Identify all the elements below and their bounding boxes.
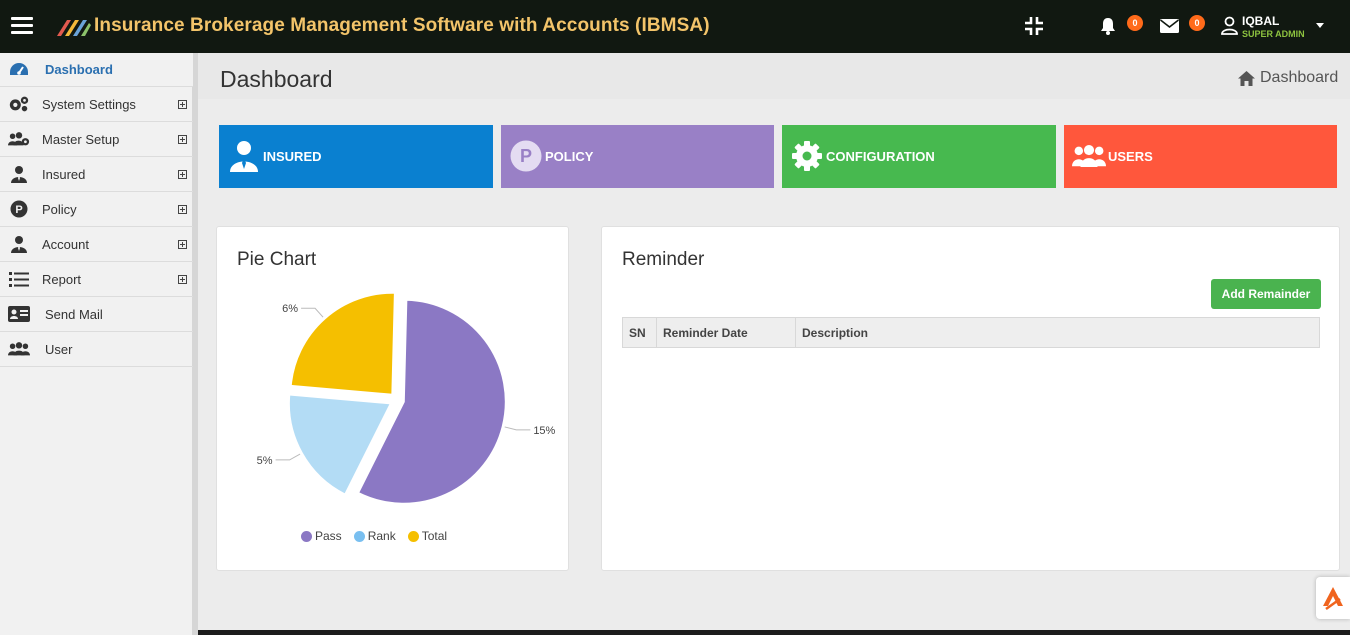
pie-data-label: 5% [257,455,273,467]
legend-label: Pass [315,529,342,543]
pie-chart-card: Pie Chart 15% 5% 6% Pass Rank Total [216,226,569,571]
reminder-title: Reminder [622,249,705,270]
sidebar-item-label: Master Setup [42,131,120,147]
user-tie-icon [227,139,261,173]
tile-configuration[interactable]: CONFIGURATION [782,125,1056,188]
breadcrumb-label: Dashboard [1260,69,1339,86]
p-circle-icon: P [509,139,543,173]
tile-label: CONFIGURATION [826,149,935,164]
svg-text:P: P [520,146,532,166]
pie-chart-title: Pie Chart [237,249,317,270]
column-header-sn[interactable]: SN [622,317,657,348]
id-card-icon [8,305,30,323]
legend-dot [353,530,365,542]
legend-item-total[interactable]: Total [407,529,448,543]
compress-icon[interactable] [1024,16,1044,36]
bell-icon[interactable] [1099,17,1117,36]
expand-plus-icon[interactable] [178,274,187,284]
user-role: SUPER ADMIN [1242,29,1305,39]
sidebar-item-insured[interactable]: Insured [0,157,193,192]
p-circle-icon: P [8,200,30,218]
sidebar-item-report[interactable]: Report [0,262,193,297]
sidebar-item-label: Report [42,271,82,287]
expand-plus-icon[interactable] [178,99,187,109]
legend-dot [407,530,419,542]
sidebar-item-label: Dashboard [45,62,113,77]
sidebar-item-label: System Settings [42,96,136,112]
legend-label: Total [421,529,448,543]
tile-label: USERS [1108,149,1153,164]
users-icon [1072,139,1106,173]
sidebar-item-user[interactable]: User [0,332,193,367]
tile-users[interactable]: USERS [1064,125,1337,188]
pie-data-label: 15% [533,425,555,437]
sidebar-item-dashboard[interactable]: Dashboard [0,53,193,87]
pie-leader-line [504,426,531,431]
menu-toggle-icon[interactable] [11,17,33,35]
pie-chart: 15% 5% 6% [257,291,556,505]
bottom-strip [198,630,1350,635]
column-header-description[interactable]: Description [795,317,1320,348]
chart-legend: Pass Rank Total [301,529,447,543]
sidebar-item-system-settings[interactable]: System Settings [0,87,193,122]
table-header-row: SN Reminder Date Description [622,317,1320,348]
notifications-badge: 0 [1127,15,1143,31]
column-header-reminder-date[interactable]: Reminder Date [656,317,796,348]
app-logo-icon [57,20,91,36]
envelope-icon[interactable] [1160,19,1179,33]
dashboard-gauge-icon [8,61,30,79]
svg-text:P: P [15,204,22,216]
expand-plus-icon[interactable] [178,134,187,144]
sidebar-item-policy[interactable]: P Policy [0,192,193,227]
users-cog-icon [8,130,30,148]
legend-label: Rank [367,529,396,543]
pie-data-label: 6% [282,303,298,315]
expand-plus-icon[interactable] [178,169,187,179]
legend-item-rank[interactable]: Rank [353,529,396,543]
caret-down-icon[interactable] [1316,23,1324,28]
expand-plus-icon[interactable] [178,204,187,214]
legend-dot [301,530,312,542]
pie-leader-line [301,307,324,318]
pie-leader-line [275,453,301,461]
sidebar-item-label: Account [42,236,89,252]
reminder-table: SN Reminder Date Description [622,317,1320,348]
sidebar-item-label: Policy [42,201,77,217]
user-outline-icon[interactable] [1221,16,1238,35]
reminder-card: Reminder Add Remainder SN Reminder Date … [601,226,1340,571]
breadcrumb[interactable]: Dashboard [1238,69,1338,87]
sidebar-item-label: User [45,341,73,357]
user-tie-icon [8,165,30,183]
tile-insured[interactable]: INSURED [219,125,493,188]
sidebar-item-send-mail[interactable]: Send Mail [0,297,193,332]
app-title: Insurance Brokerage Management Software … [94,15,710,36]
add-reminder-button[interactable]: Add Remainder [1211,279,1321,309]
expand-plus-icon[interactable] [178,239,187,249]
sidebar: Dashboard System Settings Master Setup I… [0,53,198,635]
gears-icon [8,95,30,113]
page-title: Dashboard [220,66,333,92]
tile-policy[interactable]: P POLICY [501,125,774,188]
user-name[interactable]: IQBAL [1242,14,1279,28]
floating-brand-icon[interactable] [1316,577,1350,619]
list-icon [8,270,30,288]
legend-item-pass[interactable]: Pass [301,529,342,543]
home-icon [1238,70,1255,86]
messages-badge: 0 [1189,15,1205,31]
tile-label: INSURED [263,149,322,164]
gear-icon [790,139,824,173]
sidebar-item-label: Send Mail [45,306,103,322]
sidebar-item-master-setup[interactable]: Master Setup [0,122,193,157]
sidebar-item-label: Insured [42,166,86,182]
page-header [198,53,1350,99]
user-tie-icon [8,235,30,253]
sidebar-item-account[interactable]: Account [0,227,193,262]
tile-label: POLICY [545,149,594,164]
top-navbar: Insurance Brokerage Management Software … [0,0,1350,53]
users-icon [8,340,30,358]
